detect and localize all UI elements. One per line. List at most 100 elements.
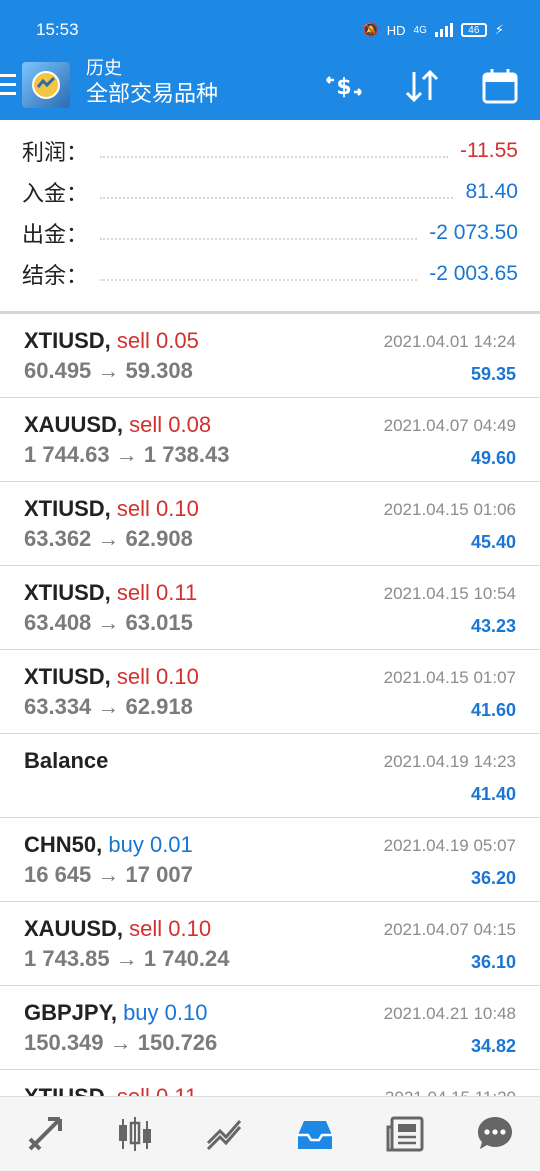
deal-title: CHN50, buy 0.01: [24, 832, 193, 858]
deal-symbol: XTIUSD,: [24, 496, 111, 521]
deal-time: 2021.04.21 10:48: [383, 1004, 516, 1023]
deal-time: 2021.04.01 14:24: [383, 332, 516, 351]
deal-profit: 36.10: [470, 952, 516, 972]
deal-row[interactable]: XAUUSD, sell 0.08 1 744.63 → 1 738.43 20…: [0, 398, 540, 482]
deal-time: 2021.04.15 01:07: [383, 668, 516, 687]
svg-text:$: $: [336, 75, 351, 100]
deal-time: 2021.04.19 05:07: [383, 836, 516, 855]
page-title: 全部交易品种: [86, 81, 219, 106]
deal-prices: 1 744.63 → 1 738.43: [24, 442, 230, 467]
deal-prices: 63.408 → 63.015: [24, 610, 193, 635]
charging-icon: ⚡: [494, 22, 504, 37]
deal-symbol: Balance: [24, 748, 109, 773]
deal-side: sell 0.10: [129, 916, 212, 941]
deal-prices: 60.495 → 59.308: [24, 358, 193, 383]
deal-side: sell 0.10: [116, 496, 199, 521]
deal-profit: 59.35: [470, 364, 516, 384]
bottom-navigation: [0, 1096, 540, 1171]
deal-symbol: XTIUSD,: [24, 328, 111, 353]
summary-value: -2 073.50: [429, 220, 518, 244]
status-bar: 15:53 🔕 HD 4G 46 ⚡: [0, 0, 540, 60]
deal-symbol: XAUUSD,: [24, 412, 124, 437]
deal-row[interactable]: XTIUSD, sell 0.10 63.334 → 62.918 2021.0…: [0, 650, 540, 734]
summary-value: 81.40: [465, 179, 518, 203]
dotted-leader: [100, 196, 454, 199]
title-block[interactable]: 历史 全部交易品种: [86, 56, 218, 108]
status-icons: 🔕 HD 4G 46 ⚡: [363, 22, 504, 38]
deal-symbol: XTIUSD,: [24, 664, 111, 689]
status-time: 15:53: [36, 20, 79, 39]
deal-side: buy 0.10: [123, 1000, 208, 1025]
page-subtitle: 历史: [86, 58, 122, 78]
deal-time: 2021.04.15 01:06: [383, 500, 516, 519]
deal-row[interactable]: XTIUSD, sell 0.10 63.362 → 62.908 2021.0…: [0, 482, 540, 566]
app-logo: [22, 62, 70, 108]
deal-symbol: XTIUSD,: [24, 580, 111, 605]
deal-row[interactable]: GBPJPY, buy 0.10 150.349 → 150.726 2021.…: [0, 986, 540, 1070]
summary-label: 出金：: [22, 221, 89, 247]
summary-deposit-row: 入金： 81.40: [0, 171, 540, 212]
summary-balance-row: 结余： -2 003.65: [0, 253, 540, 294]
summary-value: -2 003.65: [429, 261, 518, 285]
deal-profit: 36.20: [470, 868, 516, 888]
quotes-icon[interactable]: [15, 1104, 75, 1164]
deal-title: Balance: [24, 748, 108, 774]
deal-time: 2021.04.07 04:49: [383, 416, 516, 435]
dotted-leader: [100, 237, 418, 240]
deal-row[interactable]: XTIUSD, sell 0.05 60.495 → 59.308 2021.0…: [0, 314, 540, 398]
dotted-leader: [100, 155, 448, 158]
deal-title: XTIUSD, sell 0.10: [24, 664, 199, 690]
deal-prices: 1 743.85 → 1 740.24: [24, 946, 230, 971]
sort-icon[interactable]: [402, 66, 442, 106]
summary-withdrawal-row: 出金： -2 073.50: [0, 212, 540, 253]
history-icon[interactable]: [285, 1104, 345, 1164]
dotted-leader: [100, 278, 418, 281]
deal-profit: 41.40: [470, 784, 516, 804]
deal-profit: 43.23: [470, 616, 516, 636]
deal-title: XAUUSD, sell 0.10: [24, 916, 211, 942]
battery-icon: 46: [460, 23, 487, 37]
news-icon[interactable]: [375, 1104, 435, 1164]
summary-label: 结余：: [22, 262, 89, 288]
deal-side: sell 0.10: [116, 664, 199, 689]
deal-symbol: CHN50,: [24, 832, 103, 857]
mute-icon: 🔕: [362, 22, 379, 37]
summary-panel: 利润： -11.55 入金： 81.40 出金： -2 073.50 结余： -…: [0, 130, 540, 294]
deal-row[interactable]: CHN50, buy 0.01 16 645 → 17 007 2021.04.…: [0, 818, 540, 902]
deal-row[interactable]: XAUUSD, sell 0.10 1 743.85 → 1 740.24 20…: [0, 902, 540, 986]
deal-side: buy 0.01: [108, 832, 193, 857]
deal-time: 2021.04.15 10:54: [383, 584, 516, 603]
calendar-icon[interactable]: [480, 66, 520, 106]
metatrader-logo-icon: [32, 71, 60, 99]
deal-side: sell 0.08: [129, 412, 212, 437]
summary-label: 利润：: [22, 139, 89, 165]
deal-row[interactable]: XTIUSD, sell 0.11 63.408 → 63.015 2021.0…: [0, 566, 540, 650]
signal-icon: [434, 23, 453, 37]
menu-icon[interactable]: [0, 74, 16, 96]
app-header: 15:53 🔕 HD 4G 46 ⚡ 历史 全部交易品种 $: [0, 0, 540, 120]
deal-title: XAUUSD, sell 0.08: [24, 412, 211, 438]
chart-icon[interactable]: [105, 1104, 165, 1164]
deal-profit: 45.40: [470, 532, 516, 552]
deal-time: 2021.04.07 04:15: [383, 920, 516, 939]
messages-icon[interactable]: [465, 1104, 525, 1164]
exchange-dollar-icon[interactable]: $: [324, 66, 364, 106]
deal-time: 2021.04.19 14:23: [383, 752, 516, 771]
summary-label: 入金：: [22, 180, 89, 206]
deal-profit: 34.82: [470, 1036, 516, 1056]
trade-icon[interactable]: [195, 1104, 255, 1164]
deal-prices: 16 645 → 17 007: [24, 862, 193, 887]
deal-title: XTIUSD, sell 0.05: [24, 328, 199, 354]
deal-side: sell 0.05: [116, 328, 199, 353]
deal-profit: 41.60: [470, 700, 516, 720]
deal-title: XTIUSD, sell 0.10: [24, 496, 199, 522]
deal-profit: 49.60: [470, 448, 516, 468]
network-label: HD: [386, 22, 406, 38]
deal-row-balance[interactable]: Balance 2021.04.19 14:23 41.40: [0, 734, 540, 818]
deal-symbol: XAUUSD,: [24, 916, 124, 941]
deal-title: XTIUSD, sell 0.11: [24, 580, 197, 606]
summary-value: -11.55: [460, 138, 518, 162]
summary-profit-row: 利润： -11.55: [0, 130, 540, 171]
deal-prices: 63.362 → 62.908: [24, 526, 193, 551]
battery-level: 46: [468, 24, 480, 36]
